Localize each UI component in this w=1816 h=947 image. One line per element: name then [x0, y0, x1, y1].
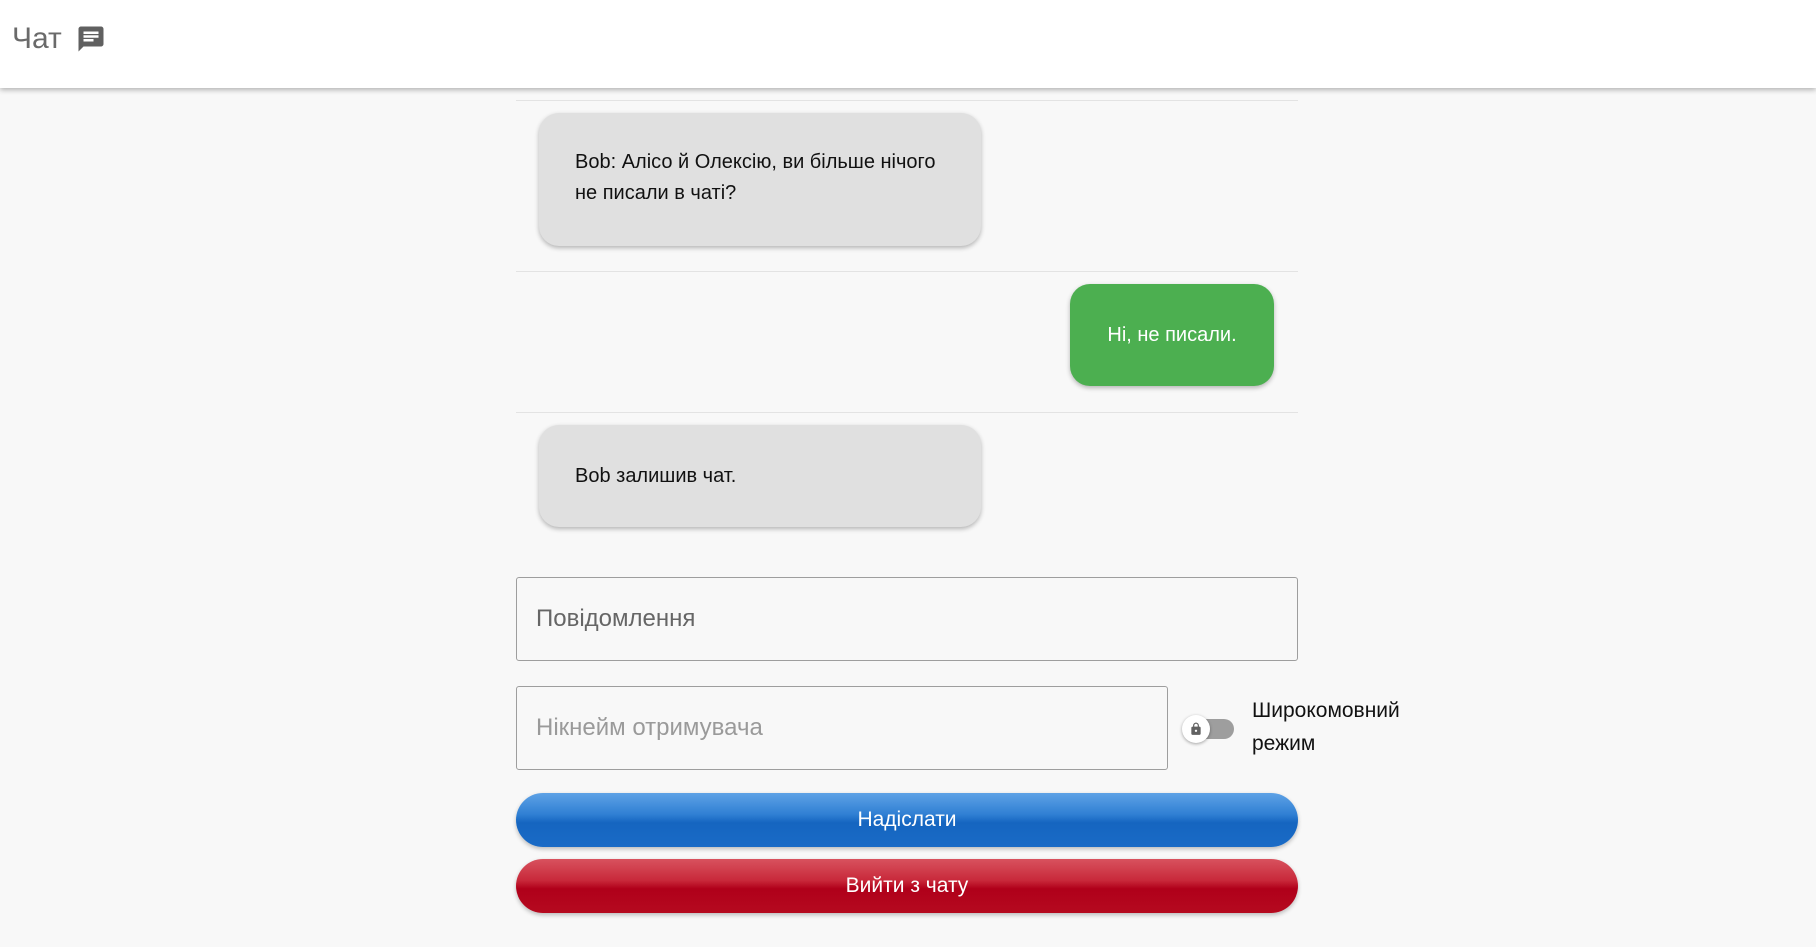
message-bubble-incoming: Bob: Алісо й Олексію, ви більше нічого н…: [539, 113, 981, 246]
app-title: Чат: [12, 22, 106, 56]
message-row: Bob залишив чат.: [516, 412, 1298, 553]
recipient-input[interactable]: [534, 713, 1167, 743]
broadcast-toggle[interactable]: [1182, 713, 1236, 743]
toggle-thumb[interactable]: [1182, 715, 1210, 743]
chat-icon: [76, 24, 106, 54]
message-field[interactable]: [516, 577, 1298, 661]
lock-icon: [1189, 722, 1203, 736]
message-row: Bob: Алісо й Олексію, ви більше нічого н…: [516, 100, 1298, 272]
broadcast-label: Широкомовний режим: [1252, 699, 1400, 755]
app-header: Чат: [0, 0, 1816, 88]
message-bubble-incoming: Bob залишив чат.: [539, 425, 981, 527]
message-text: Ні, не писали.: [1107, 323, 1237, 346]
recipient-field[interactable]: [516, 686, 1168, 770]
message-row: Ні, не писали.: [516, 271, 1298, 412]
leave-chat-button[interactable]: Вийти з чату: [516, 859, 1298, 913]
send-button[interactable]: Надіслати: [516, 793, 1298, 847]
message-text: Bob: Алісо й Олексію, ви більше нічого н…: [575, 151, 936, 204]
message-input[interactable]: [534, 604, 1297, 634]
message-text: Bob залишив чат.: [575, 464, 737, 487]
message-bubble-outgoing: Ні, не писали.: [1070, 284, 1274, 386]
app-title-text: Чат: [12, 22, 62, 55]
